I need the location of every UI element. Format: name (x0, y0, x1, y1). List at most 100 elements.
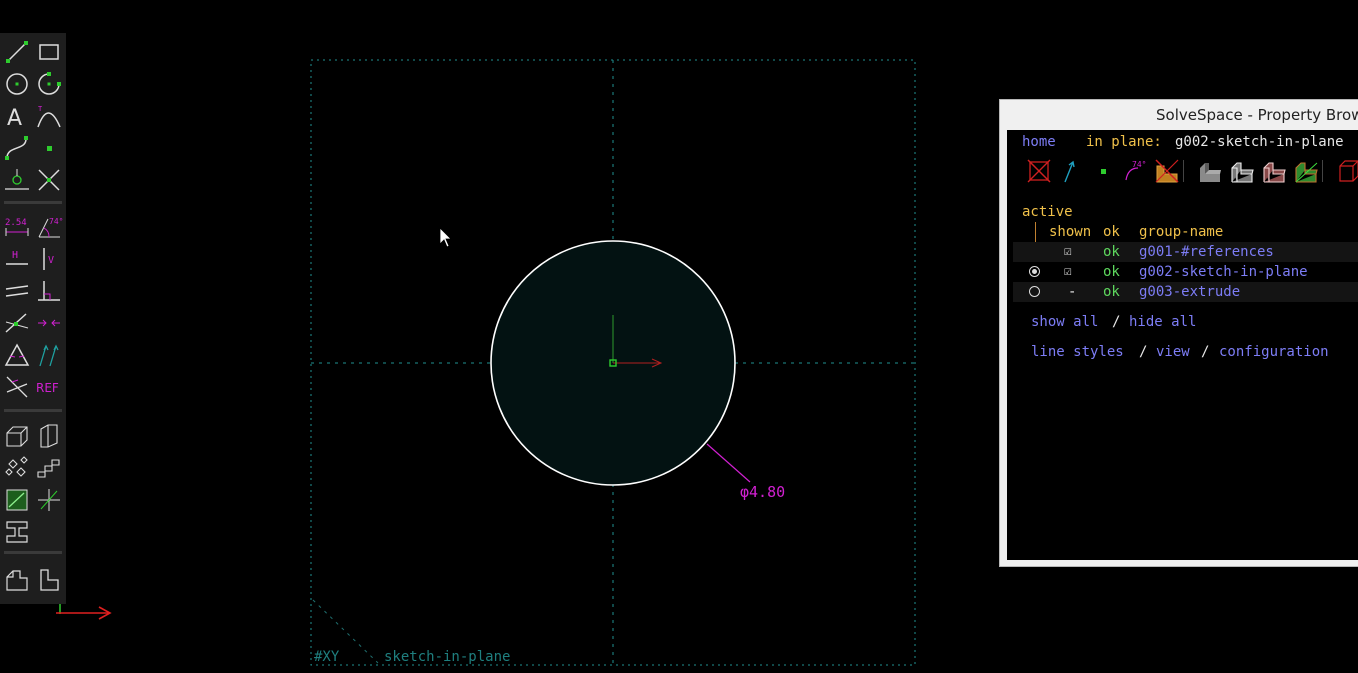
horizontal-constraint-button[interactable]: H (3, 245, 31, 273)
hidden-lines-filter-icon[interactable] (1336, 158, 1358, 184)
reference-toggle-button[interactable]: REF (35, 373, 63, 401)
parallel-constraint-button[interactable] (3, 277, 31, 305)
point-tool-button[interactable] (35, 134, 63, 162)
sketch-in-workplane-tool-button[interactable] (3, 486, 31, 514)
shown-checkbox[interactable]: - (1068, 284, 1076, 300)
angle-icon: 74° (38, 217, 63, 238)
group-name-link[interactable]: g002-sketch-in-plane (1139, 264, 1308, 280)
split-icon (38, 169, 60, 191)
spline-icon (5, 136, 28, 160)
hide-all-link[interactable]: hide all (1129, 314, 1196, 330)
angle-constraint-button[interactable]: 74° (35, 213, 63, 241)
text-tool-button[interactable]: A (3, 102, 31, 131)
equal-constraint-button[interactable] (3, 341, 31, 369)
lathe-icon (40, 424, 58, 448)
view-link[interactable]: view (1156, 344, 1190, 360)
extrude-tool-button[interactable] (3, 422, 31, 450)
line-styles-link[interactable]: line styles (1031, 344, 1124, 360)
in-workplane-icon (6, 570, 28, 591)
arc-tool-button[interactable] (35, 70, 63, 98)
in-plane-label: in plane: (1086, 134, 1162, 150)
cubic-spline-tool-button[interactable] (3, 134, 31, 162)
tangent-arc-tool-button[interactable]: T (35, 102, 63, 130)
constraints-filter-icon[interactable]: 74° (1122, 158, 1148, 184)
ortho-icon (40, 569, 59, 591)
shown-checkbox[interactable]: ☑ (1064, 244, 1072, 259)
step-rotate-tool-button[interactable] (3, 454, 31, 482)
horizontal-icon: H (6, 250, 28, 265)
outline-filter-icon[interactable] (1293, 158, 1319, 184)
split-curves-tool-button[interactable] (35, 166, 63, 194)
text-icon: A (7, 106, 22, 131)
symmetric-icon (38, 319, 60, 327)
equal-icon (4, 343, 30, 366)
perpendicular-constraint-button[interactable] (35, 277, 63, 305)
other-icon (6, 376, 28, 398)
other-supplementary-constraint-button[interactable] (3, 373, 31, 401)
faces-filter-icon[interactable] (1154, 158, 1180, 184)
group-name-link[interactable]: g001-#references (1139, 244, 1274, 260)
ok-column-header: ok (1103, 224, 1120, 240)
rectangle-tool-button[interactable] (35, 38, 63, 66)
sketch-3d-tool-button[interactable] (35, 486, 63, 514)
line-icon (6, 41, 28, 63)
diameter-dimension[interactable]: φ4.80 (740, 483, 785, 501)
distance-constraint-button[interactable]: 2.54 (3, 213, 31, 241)
step-rotate-icon (5, 456, 28, 477)
icon-separator (1322, 160, 1323, 182)
group-ok-status: ok (1103, 244, 1120, 260)
distance-icon: 2.54 (5, 218, 29, 236)
normals-filter-icon[interactable] (1058, 158, 1084, 184)
property-browser-window: SolveSpace - Property Browser home in pl… (999, 99, 1358, 567)
svg-text:V: V (48, 255, 54, 266)
workplane-tool-button[interactable] (3, 166, 31, 194)
circle-icon (6, 73, 28, 95)
lathe-tool-button[interactable] (35, 422, 63, 450)
svg-text:A: A (7, 106, 22, 131)
property-browser-content: home in plane: g002-sketch-in-plane 74° (1007, 130, 1358, 560)
circle-tool-button[interactable] (3, 70, 31, 98)
group-label: sketch-in-plane (384, 649, 510, 665)
workplanes-filter-icon[interactable] (1026, 158, 1052, 184)
group-ok-status: ok (1103, 284, 1120, 300)
assemble-tool-button[interactable] (3, 518, 31, 546)
in-workplane-tool-button[interactable] (3, 566, 31, 594)
nearest-ortho-tool-button[interactable] (35, 566, 63, 594)
ref-icon: REF (36, 381, 59, 395)
svg-text:H: H (12, 250, 18, 261)
home-link[interactable]: home (1022, 134, 1056, 150)
workplane-icon (5, 169, 29, 190)
shown-checkbox[interactable]: ☑ (1064, 264, 1072, 279)
point-icon (47, 146, 52, 151)
step-translate-tool-button[interactable] (35, 454, 63, 482)
shaded-filter-icon[interactable] (1197, 158, 1223, 184)
svg-text:T: T (38, 105, 43, 113)
tangent-arc-icon: T (37, 105, 61, 128)
active-radio-button[interactable] (1029, 286, 1040, 297)
points-filter-icon[interactable] (1090, 158, 1116, 184)
toolbar-separator (4, 409, 62, 412)
active-radio-button[interactable] (1029, 266, 1040, 277)
edges-filter-icon[interactable] (1229, 158, 1255, 184)
window-title[interactable]: SolveSpace - Property Browser (1000, 100, 1358, 130)
configuration-link[interactable]: configuration (1219, 344, 1329, 360)
point-on-line-icon (5, 313, 29, 333)
group-name-link[interactable]: g003-extrude (1139, 284, 1240, 300)
line-tool-button[interactable] (3, 38, 31, 66)
active-column-label: active (1022, 204, 1073, 220)
mesh-filter-icon[interactable] (1261, 158, 1287, 184)
same-orientation-constraint-button[interactable] (35, 341, 63, 369)
icon-separator (1183, 160, 1184, 182)
mouse-cursor (439, 227, 452, 248)
extrude-icon (6, 426, 28, 447)
vertical-constraint-button[interactable]: V (35, 245, 63, 273)
dimension-leader (706, 443, 751, 483)
show-all-link[interactable]: show all (1031, 314, 1098, 330)
point-on-line-constraint-button[interactable] (3, 309, 31, 337)
arc-icon (38, 72, 61, 95)
symmetric-constraint-button[interactable] (35, 309, 63, 337)
workplane-label: #XY (314, 649, 340, 665)
rectangle-icon (39, 44, 59, 60)
svg-text:2.54: 2.54 (5, 218, 27, 228)
link-separator: / (1112, 314, 1121, 330)
